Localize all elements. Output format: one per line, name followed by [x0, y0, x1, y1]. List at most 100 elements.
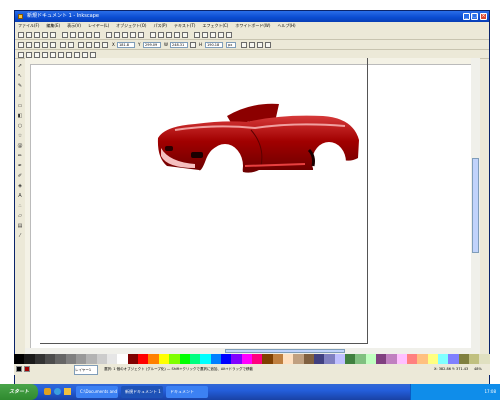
- group-icon[interactable]: [166, 32, 172, 38]
- open-icon[interactable]: [26, 32, 32, 38]
- fill-stroke-icon[interactable]: [182, 32, 188, 38]
- import-icon[interactable]: [50, 32, 56, 38]
- palette-swatch[interactable]: [34, 354, 46, 364]
- move-patterns-icon[interactable]: [265, 42, 271, 48]
- unlink-clone-icon[interactable]: [158, 32, 164, 38]
- menu-item-4[interactable]: オブジェクト(O): [116, 22, 146, 30]
- paste-icon[interactable]: [106, 32, 112, 38]
- palette-swatch[interactable]: [169, 354, 180, 364]
- menu-item-9[interactable]: ヘルプ(H): [277, 22, 295, 30]
- select-all-layers-icon[interactable]: [26, 42, 32, 48]
- w-field[interactable]: 248.31: [170, 42, 188, 48]
- raise-icon[interactable]: [86, 42, 92, 48]
- y-field[interactable]: 299.09: [143, 42, 161, 48]
- palette-swatch[interactable]: [303, 354, 314, 364]
- quick-launch-desktop-icon[interactable]: [64, 388, 71, 395]
- palette-swatch[interactable]: [438, 354, 449, 364]
- palette-swatch[interactable]: [127, 354, 139, 364]
- palette-swatch[interactable]: [355, 354, 366, 364]
- rotate-ccw-icon[interactable]: [42, 42, 48, 48]
- palette-swatch[interactable]: [179, 354, 190, 364]
- palette-swatch[interactable]: [396, 354, 408, 364]
- palette-swatch[interactable]: [272, 354, 283, 364]
- palette-swatch[interactable]: [334, 354, 345, 364]
- palette-swatch[interactable]: [282, 354, 294, 364]
- palette-swatch[interactable]: [427, 354, 439, 364]
- fill-indicator[interactable]: [16, 366, 22, 372]
- spray-tool-icon[interactable]: ∴: [17, 203, 23, 209]
- palette-swatch[interactable]: [117, 354, 128, 364]
- palette-swatch[interactable]: [210, 354, 221, 364]
- deselect-icon[interactable]: [34, 42, 40, 48]
- new-icon[interactable]: [18, 32, 24, 38]
- palette-swatch[interactable]: [55, 354, 66, 364]
- palette-swatch[interactable]: [448, 354, 459, 364]
- ellipse-tool-icon[interactable]: ○: [17, 123, 23, 129]
- unit-select[interactable]: px: [226, 42, 236, 48]
- palette-swatch[interactable]: [14, 354, 25, 364]
- h-field[interactable]: 190.18: [205, 42, 223, 48]
- palette-swatch[interactable]: [65, 354, 77, 364]
- save-icon[interactable]: [34, 32, 40, 38]
- select-all-icon[interactable]: [18, 42, 24, 48]
- cut-icon[interactable]: [94, 32, 100, 38]
- star-tool-icon[interactable]: ☆: [17, 133, 23, 139]
- spiral-tool-icon[interactable]: @: [17, 143, 23, 149]
- ungroup-icon[interactable]: [174, 32, 180, 38]
- palette-swatch[interactable]: [417, 354, 428, 364]
- paint-bucket-tool-icon[interactable]: ◈: [17, 183, 23, 189]
- duplicate-icon[interactable]: [138, 32, 144, 38]
- lower-to-bottom-icon[interactable]: [102, 42, 108, 48]
- minimize-button[interactable]: _: [463, 13, 470, 20]
- palette-swatch[interactable]: [86, 354, 97, 364]
- menu-item-1[interactable]: 編集(E): [46, 22, 60, 30]
- text-font-icon[interactable]: [194, 32, 200, 38]
- close-button[interactable]: ×: [480, 13, 487, 20]
- node-tool-icon[interactable]: ↖: [17, 73, 23, 79]
- menu-item-6[interactable]: テキスト(T): [174, 22, 195, 30]
- car-drawing[interactable]: [155, 100, 365, 190]
- menu-item-8[interactable]: ホワイトボード(W): [235, 22, 270, 30]
- menu-item-2[interactable]: 表示(V): [67, 22, 81, 30]
- align-icon[interactable]: [210, 32, 216, 38]
- pen-tool-icon[interactable]: ✒: [17, 163, 23, 169]
- zoom-level[interactable]: 48%: [474, 364, 482, 375]
- text-tool-icon[interactable]: A: [17, 193, 23, 199]
- menu-item-0[interactable]: ファイル(F): [18, 22, 39, 30]
- eraser-tool-icon[interactable]: ▱: [17, 213, 23, 219]
- selector-tool-icon[interactable]: ➚: [17, 63, 23, 69]
- redo-icon[interactable]: [78, 32, 84, 38]
- palette-swatch[interactable]: [148, 354, 159, 364]
- task-button-inkscape[interactable]: 新規ドキュメント 1 - Inkscape: [121, 386, 163, 406]
- zoom-drawing-icon[interactable]: [122, 32, 128, 38]
- flip-vertical-icon[interactable]: [68, 42, 74, 48]
- palette-swatch[interactable]: [469, 354, 480, 364]
- calligraphy-tool-icon[interactable]: ✐: [17, 173, 23, 179]
- palette-swatch[interactable]: [293, 354, 304, 364]
- palette-swatch[interactable]: [158, 354, 170, 364]
- document-properties-icon[interactable]: [226, 32, 232, 38]
- palette-swatch[interactable]: [324, 354, 335, 364]
- palette-swatch[interactable]: [96, 354, 108, 364]
- scale-corners-icon[interactable]: [249, 42, 255, 48]
- snap-enable-icon[interactable]: [18, 52, 24, 58]
- zoom-page-icon[interactable]: [130, 32, 136, 38]
- clone-icon[interactable]: [150, 32, 156, 38]
- move-gradients-icon[interactable]: [257, 42, 263, 48]
- palette-swatch[interactable]: [345, 354, 356, 364]
- menu-item-5[interactable]: パス(P): [153, 22, 167, 30]
- palette-swatch[interactable]: [251, 354, 263, 364]
- palette-swatch[interactable]: [241, 354, 252, 364]
- pencil-tool-icon[interactable]: ✏: [17, 153, 23, 159]
- stroke-indicator[interactable]: [24, 366, 30, 372]
- undo-icon[interactable]: [70, 32, 76, 38]
- palette-swatch[interactable]: [262, 354, 273, 364]
- maximize-button[interactable]: □: [471, 13, 478, 20]
- preferences-icon[interactable]: [218, 32, 224, 38]
- vertical-scrollbar[interactable]: [471, 58, 480, 348]
- palette-swatch[interactable]: [107, 354, 118, 364]
- print-icon[interactable]: [42, 32, 48, 38]
- flip-horizontal-icon[interactable]: [60, 42, 66, 48]
- palette-swatch[interactable]: [24, 354, 35, 364]
- palette-swatch[interactable]: [407, 354, 418, 364]
